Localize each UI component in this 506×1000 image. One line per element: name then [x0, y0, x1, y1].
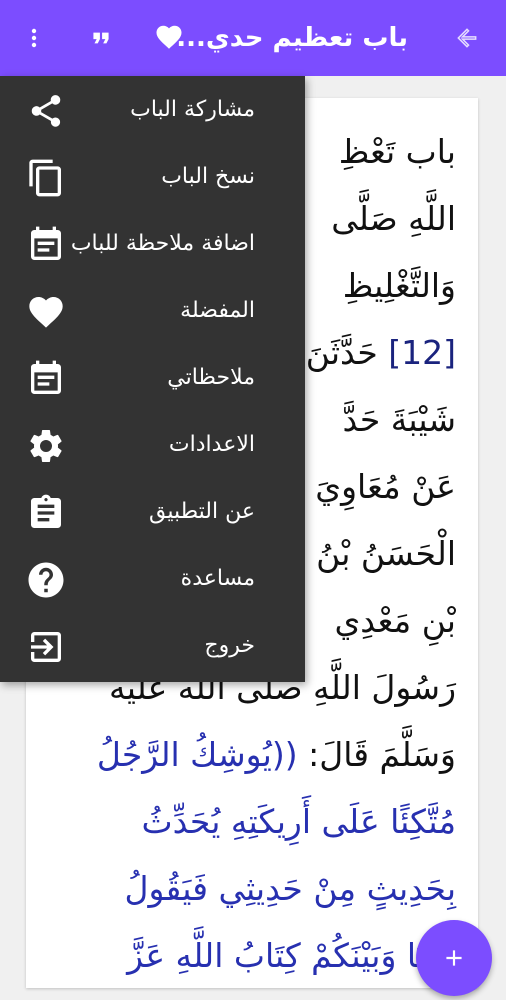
- prophetic-quote: ((يُوشِكُ الرَّجُلُ: [96, 735, 298, 774]
- text-fragment: وَسَلَّمَ قَالَ:: [297, 735, 456, 774]
- add-note-icon: [24, 225, 68, 265]
- text-line: وَسَلَّمَ قَالَ: ((يُوشِكُ الرَّجُلُ: [42, 721, 456, 788]
- menu-item-favorites[interactable]: المفضلة: [0, 277, 305, 344]
- more-vert-icon: [31, 28, 37, 48]
- menu-item-label: الاعدادات: [168, 432, 255, 457]
- heart-icon: [24, 292, 68, 332]
- menu-item-label: عن التطبيق: [149, 499, 255, 524]
- exit-icon: [24, 627, 68, 667]
- share-icon: [24, 91, 68, 131]
- prophetic-quote-line: بِحَدِيثٍ مِنْ حَدِيثِي فَيَقُولُ: [124, 869, 456, 908]
- menu-item-label: خروج: [204, 633, 255, 658]
- text-fragment: حَدَّثَنَ: [305, 333, 378, 372]
- copy-icon: [24, 158, 68, 198]
- quote-button[interactable]: [82, 18, 120, 58]
- arrow-forward-icon: [457, 28, 477, 48]
- favorite-button[interactable]: [148, 16, 190, 58]
- format-quote-icon: [93, 32, 109, 44]
- menu-item-settings[interactable]: الاعدادات: [0, 411, 305, 478]
- menu-item-my-notes[interactable]: ملاحظاتي: [0, 344, 305, 411]
- menu-item-label: المفضلة: [180, 298, 255, 323]
- notes-icon: [24, 359, 68, 399]
- back-button[interactable]: [446, 18, 488, 58]
- menu-item-about[interactable]: عن التطبيق: [0, 478, 305, 545]
- menu-item-add-note[interactable]: اضافة ملاحظة للباب: [0, 210, 305, 277]
- add-icon: [446, 950, 462, 966]
- add-fab[interactable]: [416, 920, 492, 996]
- more-button[interactable]: [16, 18, 52, 58]
- hadith-number: [12]: [388, 333, 456, 372]
- app-bar: باب تعظيم حدي...: [0, 0, 506, 76]
- menu-item-exit[interactable]: خروج: [0, 612, 305, 679]
- menu-item-share[interactable]: مشاركة الباب: [0, 76, 305, 143]
- menu-item-label: اضافة ملاحظة للباب: [70, 231, 255, 256]
- overflow-menu: مشاركة الباب نسخ الباب اضافة ملاحظة للبا…: [0, 76, 305, 682]
- page-title: باب تعظيم حدي...: [176, 23, 408, 53]
- menu-item-label: مساعدة: [180, 566, 255, 591]
- menu-item-label: ملاحظاتي: [167, 365, 255, 390]
- heart-icon: [156, 25, 182, 49]
- menu-item-label: مشاركة الباب: [130, 97, 255, 122]
- menu-item-help[interactable]: مساعدة: [0, 545, 305, 612]
- clipboard-icon: [24, 493, 68, 533]
- help-icon: [24, 560, 68, 600]
- menu-item-label: نسخ الباب: [161, 164, 255, 189]
- menu-item-copy[interactable]: نسخ الباب: [0, 143, 305, 210]
- prophetic-quote-line: مُتَّكِئًا عَلَى أَرِيكَتِهِ يُحَدِّثُ: [141, 802, 457, 841]
- gear-icon: [24, 426, 68, 466]
- prophetic-quote-line: بَيْنَنَا وَبَيْنَكُمْ كِتَابُ اللَّهِ ع…: [127, 936, 456, 975]
